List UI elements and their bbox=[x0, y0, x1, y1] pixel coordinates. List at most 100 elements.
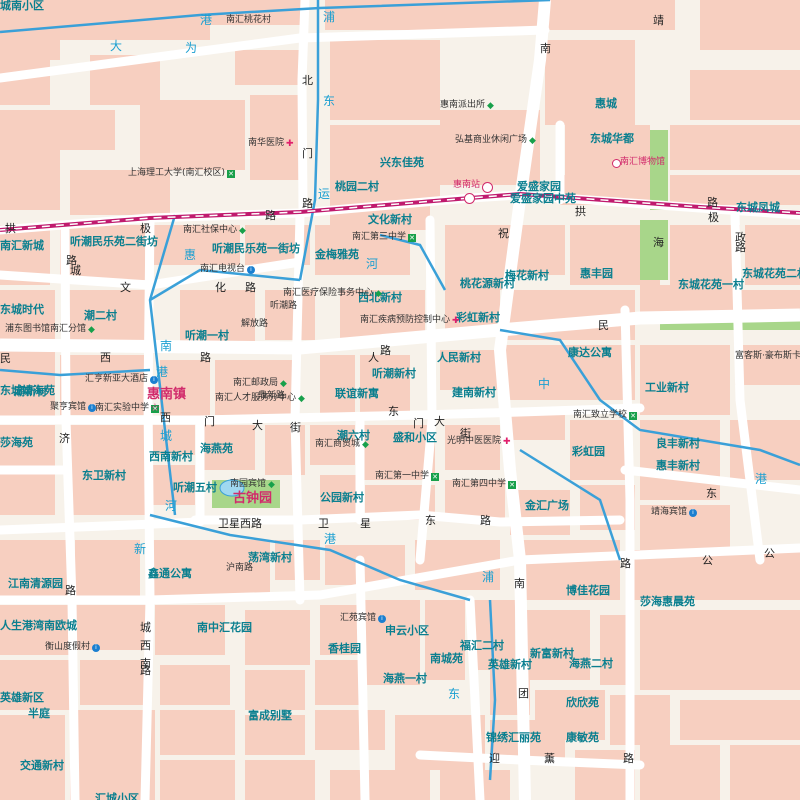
road-label: 极 bbox=[140, 222, 151, 235]
hotel-icon[interactable]: i bbox=[247, 266, 255, 274]
road-label: 济 bbox=[59, 432, 70, 445]
poi-label[interactable]: 惠南派出所 bbox=[440, 101, 485, 110]
road-label: 鼎新路 bbox=[258, 391, 286, 401]
area-label: 鑫通公寓 bbox=[148, 567, 192, 580]
school-icon[interactable]: ✕ bbox=[629, 412, 637, 420]
poi-icon[interactable]: ◆ bbox=[362, 441, 369, 450]
hospital-icon[interactable]: ✚ bbox=[503, 438, 511, 447]
poi-label[interactable]: 汇苑宾馆 bbox=[340, 614, 376, 623]
road-label: 海 bbox=[653, 236, 664, 249]
road-label: 化 bbox=[215, 281, 226, 294]
station-icon[interactable] bbox=[464, 193, 475, 204]
area-label: 南城苑 bbox=[430, 652, 463, 665]
place-label: 古钟园 bbox=[233, 491, 273, 506]
school-icon[interactable]: ✕ bbox=[431, 473, 439, 481]
poi-icon[interactable]: ◆ bbox=[239, 227, 246, 236]
poi-label[interactable]: 南汇电视台 bbox=[200, 265, 245, 274]
area-label: 康达公寓 bbox=[568, 346, 612, 359]
road-label: 路 bbox=[623, 752, 634, 765]
residential-block bbox=[680, 700, 800, 740]
hotel-icon[interactable]: i bbox=[689, 509, 697, 517]
residential-block bbox=[315, 660, 360, 705]
residential-block bbox=[360, 355, 410, 415]
road-label: 拱 bbox=[5, 222, 16, 235]
waterway-label: 浦 bbox=[482, 570, 495, 584]
waterway-label: 东 bbox=[448, 687, 461, 701]
hospital-icon[interactable]: ✚ bbox=[286, 140, 294, 149]
poi-label[interactable]: 富客斯·豪布斯卡名品村 bbox=[735, 352, 800, 361]
poi-label[interactable]: 靖海宾馆 bbox=[651, 508, 687, 517]
waterway-label: 大 bbox=[110, 39, 123, 53]
poi-icon[interactable]: ◆ bbox=[268, 481, 275, 490]
poi-label[interactable]: 浦东图书馆南汇分馆 bbox=[5, 325, 86, 334]
road-label: 路 bbox=[380, 344, 391, 357]
poi-icon[interactable]: ◆ bbox=[529, 137, 536, 146]
area-label: 莎海惠晨苑 bbox=[640, 595, 695, 608]
area-label: 东城凤城 bbox=[736, 201, 780, 214]
residential-block bbox=[640, 345, 730, 415]
poi-label[interactable]: 聚亨宾馆 bbox=[50, 403, 86, 412]
poi-label[interactable]: 南汇第三中学 bbox=[352, 233, 406, 242]
poi-label[interactable]: 南汇商贸城 bbox=[315, 440, 360, 449]
poi-label[interactable]: 南汇致立学校 bbox=[573, 411, 627, 420]
area-label: 文化新村 bbox=[368, 213, 412, 226]
road-label: 门 bbox=[302, 147, 313, 160]
poi-label[interactable]: 南汇邮政局 bbox=[233, 379, 278, 388]
area-label: 潮二村 bbox=[84, 309, 117, 322]
station-icon[interactable] bbox=[482, 182, 493, 193]
school-icon[interactable]: ✕ bbox=[227, 170, 235, 178]
poi-label[interactable]: 南汇疾病预防控制中心 bbox=[360, 316, 450, 325]
area-label: 南汇新城 bbox=[0, 239, 44, 252]
road-label: 听潮路 bbox=[270, 301, 298, 311]
road-label: 门 bbox=[413, 417, 424, 430]
road-label: 南 bbox=[514, 577, 525, 590]
poi-label[interactable]: 南华医院 bbox=[248, 139, 284, 148]
area-label: 交通新村 bbox=[20, 759, 64, 772]
residential-block bbox=[330, 40, 440, 120]
poi-icon[interactable]: ◆ bbox=[487, 102, 494, 111]
residential-block bbox=[0, 540, 70, 600]
road-label: 路 bbox=[735, 241, 746, 254]
hospital-icon[interactable]: ✚ bbox=[452, 317, 460, 326]
poi-label[interactable]: 南汇第一中学 bbox=[375, 472, 429, 481]
poi-icon[interactable]: ◆ bbox=[298, 395, 305, 404]
poi-label[interactable]: 光明中医医院 bbox=[447, 437, 501, 446]
poi-label[interactable]: 汇亨新亚大酒店 bbox=[85, 375, 148, 384]
poi-label[interactable]: 南汇医疗保险事务中心 bbox=[283, 289, 373, 298]
town-marker-icon[interactable]: ☆ bbox=[150, 402, 160, 413]
poi-label[interactable]: 南园宾馆 bbox=[230, 480, 266, 489]
hotel-icon[interactable]: i bbox=[92, 644, 100, 652]
map-canvas[interactable]: 南汇桃花村 惠城 东城华都 南汇博物馆 兴东佳苑 桃园二村 爱盛家园 爱盛家园中苑 东城凤城 南汇… bbox=[0, 0, 800, 800]
area-label: 莎海苑 bbox=[0, 436, 33, 449]
residential-block bbox=[0, 150, 60, 210]
area-label: 南汇桃花村 bbox=[226, 15, 272, 25]
school-icon[interactable]: ✕ bbox=[508, 481, 516, 489]
poi-label[interactable]: 上海理工大学(南汇校区) bbox=[128, 169, 225, 178]
road-label: 民 bbox=[0, 352, 11, 365]
area-label: 公园新村 bbox=[320, 491, 364, 504]
school-icon[interactable]: ✕ bbox=[408, 234, 416, 242]
area-label: 欣欣苑 bbox=[566, 696, 599, 709]
poi-label[interactable]: 衡山度假村 bbox=[45, 643, 90, 652]
poi-label[interactable]: 弘基商业休闲广场 bbox=[455, 136, 527, 145]
poi-icon[interactable]: ◆ bbox=[280, 380, 287, 389]
road-label: 大 bbox=[252, 419, 263, 432]
road-label: 路 bbox=[245, 281, 256, 294]
residential-block bbox=[0, 60, 50, 105]
poi-label[interactable]: 南汇实验中学 bbox=[95, 404, 149, 413]
road-label: 卫 bbox=[318, 517, 329, 530]
residential-block bbox=[640, 745, 720, 800]
area-label: 东卫新村 bbox=[82, 469, 126, 482]
poi-icon[interactable]: ◆ bbox=[88, 326, 95, 335]
poi-label[interactable]: 惠南站 bbox=[453, 181, 480, 190]
poi-label[interactable]: 南汇第四中学 bbox=[452, 480, 506, 489]
road bbox=[297, 0, 310, 215]
road-label: 团 bbox=[518, 687, 529, 700]
area-label: 听潮民乐苑二街坊 bbox=[70, 235, 158, 248]
area-label: 金汇广场 bbox=[525, 499, 569, 512]
poi-icon[interactable]: ◆ bbox=[375, 290, 382, 299]
museum-icon[interactable] bbox=[612, 159, 621, 168]
hotel-icon[interactable]: i bbox=[378, 615, 386, 623]
road-label: 路 bbox=[140, 664, 151, 677]
poi-label[interactable]: 南汇社保中心 bbox=[183, 226, 237, 235]
